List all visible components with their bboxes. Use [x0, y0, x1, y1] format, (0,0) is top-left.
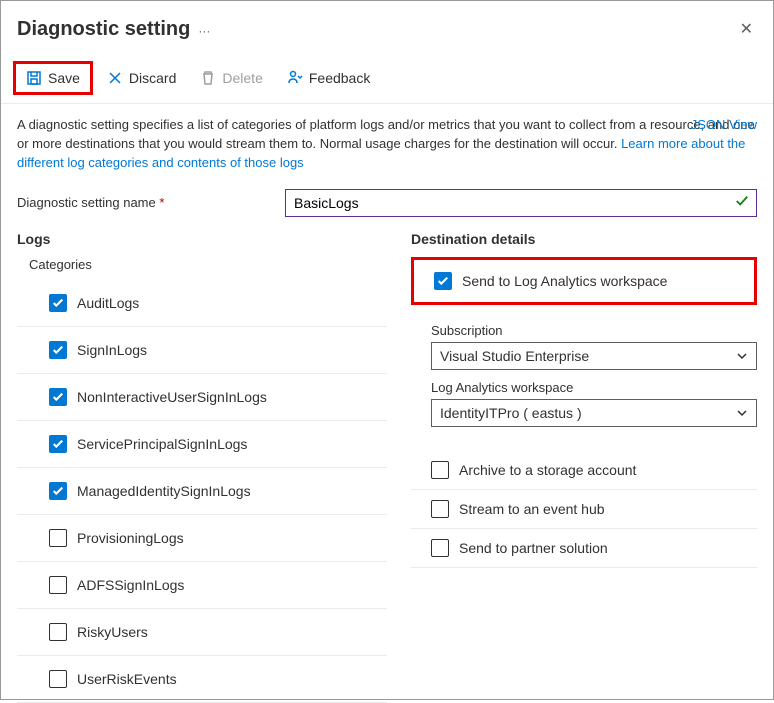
delete-label: Delete [222, 70, 262, 86]
required-asterisk: * [159, 195, 164, 210]
log-label: AuditLogs [77, 295, 139, 311]
log-label: NonInteractiveUserSignInLogs [77, 389, 267, 405]
discard-label: Discard [129, 70, 176, 86]
log-item: ADFSSignInLogs [17, 562, 387, 609]
log-item: NonInteractiveUserSignInLogs [17, 374, 387, 421]
valid-check-icon [735, 194, 749, 211]
storage-checkbox[interactable] [431, 461, 449, 479]
log-label: ADFSSignInLogs [77, 577, 184, 593]
save-highlight: Save [13, 61, 93, 95]
storage-label: Archive to a storage account [459, 462, 636, 478]
save-button[interactable]: Save [16, 64, 90, 92]
chevron-down-icon [736, 350, 748, 362]
feedback-icon [287, 70, 303, 86]
json-view-link[interactable]: JSON View [691, 116, 757, 135]
delete-button: Delete [190, 64, 272, 92]
log-item: RiskyUsers [17, 609, 387, 656]
law-subfields: Subscription Visual Studio Enterprise Lo… [411, 311, 757, 433]
partner-label: Send to partner solution [459, 540, 608, 556]
law-checkbox[interactable] [434, 272, 452, 290]
workspace-select[interactable]: IdentityITPro ( eastus ) [431, 399, 757, 427]
more-icon[interactable]: ··· [198, 24, 210, 38]
destination-law-row: Send to Log Analytics workspace [411, 257, 757, 305]
partner-checkbox[interactable] [431, 539, 449, 557]
logs-column: Logs Categories AuditLogs SignInLogs NonIn… [17, 231, 387, 703]
eventhub-label: Stream to an event hub [459, 501, 605, 517]
log-checkbox[interactable] [49, 623, 67, 641]
log-label: ServicePrincipalSignInLogs [77, 436, 247, 452]
subscription-value: Visual Studio Enterprise [440, 348, 589, 364]
feedback-label: Feedback [309, 70, 370, 86]
workspace-label: Log Analytics workspace [431, 380, 757, 395]
toolbar: Save Discard Delete Feedback [1, 55, 773, 104]
log-checkbox[interactable] [49, 482, 67, 500]
name-label: Diagnostic setting name * [17, 195, 257, 210]
destination-storage-row: Archive to a storage account [411, 451, 757, 490]
name-row: Diagnostic setting name * [1, 181, 773, 221]
page-title: Diagnostic setting [17, 18, 190, 41]
subscription-select[interactable]: Visual Studio Enterprise [431, 342, 757, 370]
logs-title: Logs [17, 231, 387, 247]
log-item: AuditLogs [17, 280, 387, 327]
destination-partner-row: Send to partner solution [411, 529, 757, 568]
log-item: ProvisioningLogs [17, 515, 387, 562]
log-item: ServicePrincipalSignInLogs [17, 421, 387, 468]
save-label: Save [48, 70, 80, 86]
log-checkbox[interactable] [49, 529, 67, 547]
log-label: ProvisioningLogs [77, 530, 184, 546]
eventhub-checkbox[interactable] [431, 500, 449, 518]
feedback-button[interactable]: Feedback [277, 64, 380, 92]
name-input[interactable] [285, 189, 757, 217]
log-checkbox[interactable] [49, 435, 67, 453]
description-block: A diagnostic setting specifies a list of… [1, 104, 773, 181]
log-label: ManagedIdentitySignInLogs [77, 483, 251, 499]
chevron-down-icon [736, 407, 748, 419]
log-checkbox[interactable] [49, 341, 67, 359]
subscription-label: Subscription [431, 323, 757, 338]
destination-title: Destination details [411, 231, 757, 247]
log-checkbox[interactable] [49, 294, 67, 312]
discard-button[interactable]: Discard [97, 64, 186, 92]
log-checkbox[interactable] [49, 388, 67, 406]
panel-header: Diagnostic setting ··· ✕ [1, 1, 773, 55]
destination-eventhub-row: Stream to an event hub [411, 490, 757, 529]
log-list: AuditLogs SignInLogs NonInteractiveUserSig… [17, 280, 387, 703]
destination-column: Destination details Send to Log Analytic… [411, 231, 757, 703]
log-item: ManagedIdentitySignInLogs [17, 468, 387, 515]
log-label: SignInLogs [77, 342, 147, 358]
save-icon [26, 70, 42, 86]
log-label: UserRiskEvents [77, 671, 177, 687]
delete-icon [200, 70, 216, 86]
discard-icon [107, 70, 123, 86]
body-columns: Logs Categories AuditLogs SignInLogs NonIn… [1, 221, 773, 703]
close-icon[interactable]: ✕ [736, 15, 757, 43]
log-checkbox[interactable] [49, 576, 67, 594]
log-item: SignInLogs [17, 327, 387, 374]
log-label: RiskyUsers [77, 624, 148, 640]
law-label: Send to Log Analytics workspace [462, 273, 667, 289]
workspace-value: IdentityITPro ( eastus ) [440, 405, 582, 421]
log-checkbox[interactable] [49, 670, 67, 688]
name-input-wrap [285, 189, 757, 217]
log-item: UserRiskEvents [17, 656, 387, 703]
categories-title: Categories [29, 257, 387, 272]
